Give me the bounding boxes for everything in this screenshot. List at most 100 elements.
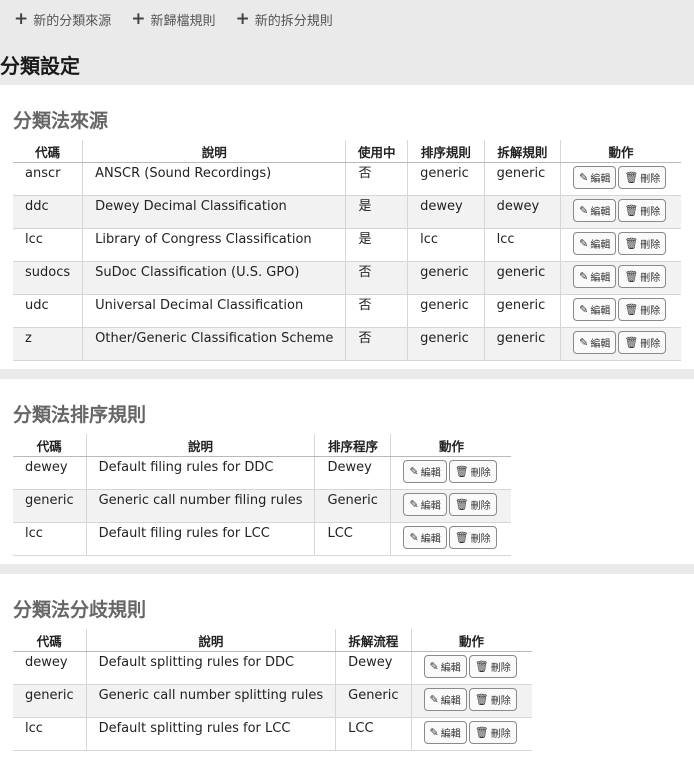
trash-icon: 🗑 (624, 171, 639, 184)
cell-filing: dewey (407, 195, 485, 229)
delete-button[interactable]: 🗑 刪除 (448, 493, 497, 516)
table-row: sudocs SuDoc Classification (U.S. GPO) 否 ge… (13, 261, 681, 295)
delete-button[interactable]: 🗑 刪除 (618, 232, 667, 255)
edit-button[interactable]: ✎ 編輯 (573, 199, 617, 222)
delete-button[interactable]: 🗑 刪除 (468, 688, 517, 711)
cell-code: sudocs (13, 261, 83, 295)
delete-label: 刪除 (470, 534, 491, 545)
cell-desc: Library of Congress Classification (82, 228, 346, 262)
actions-cell: ✎ 編輯 🗑 刪除 (390, 522, 512, 556)
delete-button[interactable]: 🗑 刪除 (468, 721, 517, 744)
delete-label: 刪除 (490, 696, 511, 707)
edit-label: 編輯 (420, 501, 441, 512)
delete-button[interactable]: 🗑 刪除 (448, 526, 497, 549)
edit-button[interactable]: ✎ 編輯 (573, 298, 617, 321)
edit-label: 編輯 (590, 174, 611, 185)
delete-button[interactable]: 🗑 刪除 (618, 265, 667, 288)
pencil-icon: ✎ (579, 204, 589, 217)
delete-button[interactable]: 🗑 刪除 (618, 331, 667, 354)
delete-label: 刪除 (640, 273, 661, 284)
new-splitting-rule-label: 新的拆分規則 (254, 13, 333, 29)
splitting-rules-title: 分類法分歧規則 (13, 599, 147, 621)
pencil-icon: ✎ (409, 498, 419, 511)
edit-label: 編輯 (590, 240, 611, 251)
edit-button[interactable]: ✎ 編輯 (573, 331, 617, 354)
cell-desc: Default filing rules for DDC (85, 456, 315, 490)
new-filing-rule-button[interactable]: + 新歸檔規則 (131, 10, 215, 29)
sources-panel: 分類法來源 代碼 說明 使用中 排序規則 拆解規則 動作 anscr ANSCR … (0, 85, 694, 369)
table-row: dewey Default splitting rules for DDC Dewe… (13, 651, 532, 685)
cell-code: z (13, 327, 83, 361)
pencil-icon: ✎ (429, 693, 439, 706)
trash-icon: 🗑 (474, 660, 489, 673)
cell-split: dewey (483, 195, 561, 229)
delete-button[interactable]: 🗑 刪除 (618, 166, 667, 189)
column-header: 動作 (410, 629, 532, 652)
table-header-row: 代碼 說明 拆解流程 動作 (13, 629, 532, 652)
cell-routine: Generic (314, 489, 391, 523)
cell-desc: Universal Decimal Classification (82, 294, 346, 328)
column-header: 排序規則 (407, 140, 485, 163)
pencil-icon: ✎ (579, 303, 589, 316)
actions-cell: ✎ 編輯 🗑 刪除 (410, 684, 532, 718)
cell-code: lcc (13, 228, 83, 262)
edit-button[interactable]: ✎ 編輯 (423, 721, 467, 744)
edit-button[interactable]: ✎ 編輯 (403, 526, 447, 549)
cell-split: lcc (483, 228, 561, 262)
new-classification-source-button[interactable]: + 新的分類來源 (14, 10, 111, 29)
delete-button[interactable]: 🗑 刪除 (618, 298, 667, 321)
trash-icon: 🗑 (474, 693, 489, 706)
filing-rules-table: 代碼 說明 排序程序 動作 dewey Default filing rules … (13, 434, 512, 556)
pencil-icon: ✎ (579, 270, 589, 283)
delete-label: 刪除 (640, 207, 661, 218)
trash-icon: 🗑 (454, 531, 469, 544)
column-header: 說明 (85, 629, 336, 652)
delete-label: 刪除 (640, 174, 661, 185)
cell-split: generic (483, 261, 561, 295)
delete-label: 刪除 (640, 306, 661, 317)
delete-label: 刪除 (490, 663, 511, 674)
column-header: 拆解規則 (483, 140, 561, 163)
pencil-icon: ✎ (579, 171, 589, 184)
cell-code: generic (13, 684, 87, 718)
table-row: anscr ANSCR (Sound Recordings) 否 generic gen… (13, 162, 681, 196)
column-header: 動作 (390, 434, 512, 457)
edit-button[interactable]: ✎ 編輯 (403, 493, 447, 516)
plus-icon: + (14, 8, 29, 29)
actions-cell: ✎ 編輯 🗑 刪除 (390, 489, 512, 523)
cell-filing: generic (407, 327, 485, 361)
edit-button[interactable]: ✎ 編輯 (573, 232, 617, 255)
splitting-rules-table: 代碼 說明 拆解流程 動作 dewey Default splitting rul… (13, 629, 532, 751)
edit-button[interactable]: ✎ 編輯 (423, 688, 467, 711)
edit-label: 編輯 (590, 207, 611, 218)
edit-button[interactable]: ✎ 編輯 (573, 265, 617, 288)
cell-routine: LCC (335, 717, 412, 751)
edit-button[interactable]: ✎ 編輯 (573, 166, 617, 189)
edit-label: 編輯 (420, 534, 441, 545)
cell-desc: Default filing rules for LCC (85, 522, 315, 556)
delete-button[interactable]: 🗑 刪除 (468, 655, 517, 678)
cell-in_use: 否 (345, 261, 408, 295)
cell-filing: lcc (407, 228, 485, 262)
toolbar: + 新的分類來源 + 新歸檔規則 + 新的拆分規則 (0, 0, 694, 38)
edit-button[interactable]: ✎ 編輯 (403, 460, 447, 483)
table-row: dewey Default filing rules for DDC Dewey ✎ 編… (13, 456, 512, 490)
edit-button[interactable]: ✎ 編輯 (423, 655, 467, 678)
cell-filing: generic (407, 261, 485, 295)
new-splitting-rule-button[interactable]: + 新的拆分規則 (236, 10, 333, 29)
cell-desc: Other/Generic Classification Scheme (82, 327, 346, 361)
trash-icon: 🗑 (454, 465, 469, 478)
table-row: ddc Dewey Decimal Classification 是 dewey dew… (13, 195, 681, 229)
actions-cell: ✎ 編輯 🗑 刪除 (410, 651, 532, 685)
column-header: 說明 (82, 140, 346, 163)
pencil-icon: ✎ (429, 660, 439, 673)
pencil-icon: ✎ (579, 237, 589, 250)
trash-icon: 🗑 (624, 336, 639, 349)
cell-in_use: 否 (345, 327, 408, 361)
delete-button[interactable]: 🗑 刪除 (448, 460, 497, 483)
column-header: 使用中 (345, 140, 408, 163)
delete-button[interactable]: 🗑 刪除 (618, 199, 667, 222)
actions-cell: ✎ 編輯 🗑 刪除 (390, 456, 512, 490)
edit-label: 編輯 (590, 273, 611, 284)
table-row: z Other/Generic Classification Scheme 否 gen… (13, 327, 681, 361)
